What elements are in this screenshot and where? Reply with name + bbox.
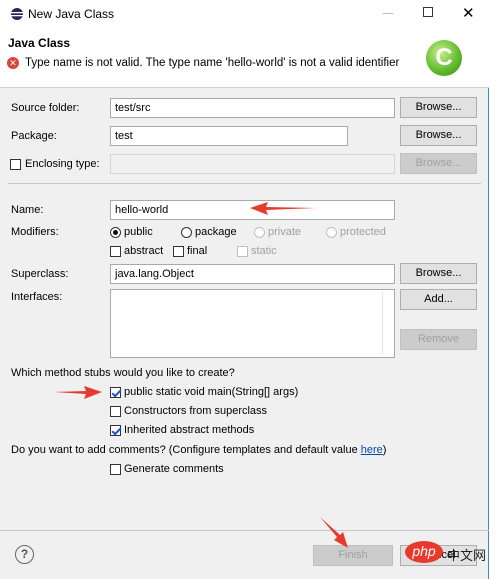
watermark-text: 中文网	[447, 548, 487, 563]
annotation-arrows	[54, 202, 348, 548]
red-arrow-icon	[54, 202, 348, 548]
arrow-name-icon	[250, 202, 316, 215]
watermark-logo: php	[405, 541, 443, 563]
arrow-main-icon	[54, 386, 102, 399]
arrow-finish-icon	[320, 517, 348, 548]
